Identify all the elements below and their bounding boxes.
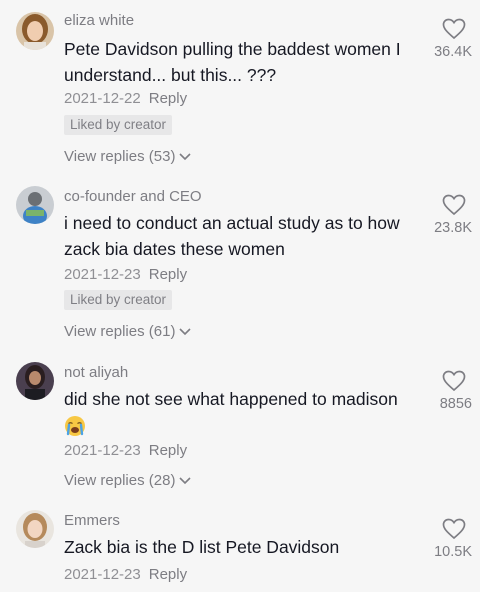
loudly-crying-face-icon — [65, 416, 85, 437]
comment-meta: 2021-12-23 Reply — [64, 566, 187, 583]
like-count: 23.8K — [434, 220, 472, 236]
reply-button[interactable]: Reply — [149, 266, 187, 283]
like-count: 10.5K — [434, 544, 472, 560]
like-count: 8856 — [439, 396, 472, 412]
comment-item: Emmers Zack bia is the D list Pete David… — [0, 0, 480, 583]
comment-date: 2021-12-23 — [64, 442, 141, 459]
comment-meta: 2021-12-23 Reply — [64, 266, 187, 283]
reply-button[interactable]: Reply — [149, 566, 187, 583]
comment-username[interactable]: co-founder and CEO — [64, 188, 202, 205]
view-replies-label: View replies (61) — [64, 323, 176, 340]
reply-button[interactable]: Reply — [149, 442, 187, 459]
view-replies-button[interactable]: View replies (61) — [64, 323, 192, 340]
comment-meta: 2021-12-23 Reply — [64, 442, 187, 459]
comment-date: 2021-12-23 — [64, 266, 141, 283]
view-replies-label: View replies (28) — [64, 472, 176, 489]
like-heart-icon[interactable] — [442, 194, 466, 216]
comment-text: did she not see what happened to madison — [64, 386, 424, 438]
comment-username[interactable]: Emmers — [64, 512, 120, 529]
avatar[interactable] — [16, 510, 54, 548]
comment-date: 2021-12-23 — [64, 566, 141, 583]
comment-username[interactable]: not aliyah — [64, 364, 128, 381]
liked-by-creator-badge: Liked by creator — [64, 290, 173, 310]
comment-text: i need to conduct an actual study as to … — [64, 213, 400, 259]
avatar-photo-icon — [16, 186, 54, 224]
chevron-down-icon — [179, 328, 192, 336]
avatar-photo-icon — [16, 362, 54, 400]
chevron-down-icon — [179, 477, 192, 485]
like-heart-icon[interactable] — [442, 370, 466, 392]
avatar-photo-icon — [16, 510, 54, 548]
view-replies-button[interactable]: View replies (28) — [64, 472, 192, 489]
like-heart-icon[interactable] — [442, 518, 466, 540]
avatar[interactable] — [16, 186, 54, 224]
avatar[interactable] — [16, 362, 54, 400]
comment-text: Zack bia is the D list Pete Davidson — [64, 537, 340, 557]
comment-text-body: did she not see what happened to madison — [64, 389, 398, 409]
